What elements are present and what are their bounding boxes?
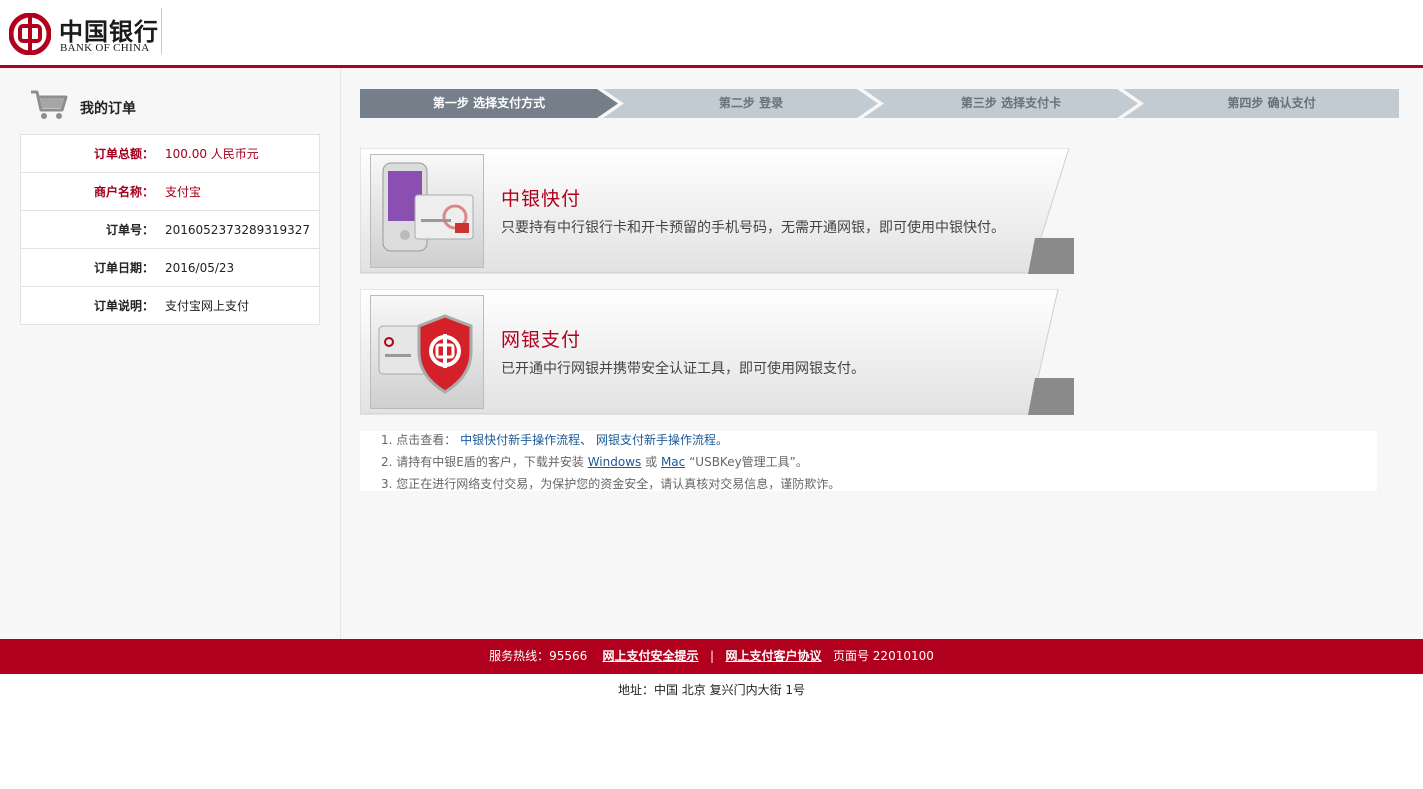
order-label: 订单总额：: [93, 147, 154, 161]
order-label: 商户名称：: [93, 185, 154, 199]
order-value: 2016052373289319327: [165, 222, 311, 237]
bank-logo[interactable]: 中国银行 BANK OF CHINA: [9, 10, 163, 58]
payment-description: 已开通中行网银并携带安全认证工具，即可使用网银支付。: [501, 361, 865, 377]
order-value: 100.00 人民币元: [165, 147, 259, 161]
payment-title: 网银支付: [501, 329, 582, 351]
order-value: 2016/05/23: [165, 260, 235, 275]
online-banking-guide-link[interactable]: 网银支付新手操作流程。: [596, 433, 728, 447]
order-row-merchant: 商户名称： 支付宝: [21, 173, 319, 211]
main-content: 第一步 选择支付方式 第二步 登录 第三步 选择支付卡 第四步 确认支付 中银快…: [341, 68, 1423, 639]
note-1: 1. 点击查看： 中银快付新手操作流程、 网银支付新手操作流程。: [381, 431, 728, 447]
security-tips-link[interactable]: 网上支付安全提示: [603, 649, 699, 663]
order-header: 我的订单: [30, 88, 330, 122]
payment-title: 中银快付: [501, 188, 582, 210]
note-text: 2. 请持有中银E盾的客户，下载并安装: [381, 455, 584, 469]
notes-box: 1. 点击查看： 中银快付新手操作流程、 网银支付新手操作流程。 2. 请持有中…: [360, 431, 1377, 491]
payment-option-online-banking[interactable]: 网银支付 已开通中行网银并携带安全认证工具，即可使用网银支付。: [360, 289, 1076, 415]
logo-divider: [161, 8, 162, 54]
payment-description: 只要持有中行银行卡和开卡预留的手机号码，无需开通网银，即可使用中银快付。: [501, 220, 1005, 236]
quickpay-guide-link[interactable]: 中银快付新手操作流程: [460, 433, 580, 447]
order-row-description: 订单说明： 支付宝网上支付: [21, 287, 319, 324]
customer-agreement-link[interactable]: 网上支付客户协议: [726, 649, 822, 663]
note-text: 3. 您正在进行网络支付交易，为保护您的资金安全，请认真核对交易信息，谨防欺诈。: [381, 477, 841, 491]
note-3: 3. 您正在进行网络支付交易，为保护您的资金安全，请认真核对交易信息，谨防欺诈。: [381, 475, 840, 491]
step-1-select-method: 第一步 选择支付方式: [432, 96, 546, 110]
step-3-select-card: 第三步 选择支付卡: [960, 96, 1062, 110]
order-row-number: 订单号： 2016052373289319327: [21, 211, 319, 249]
step-2-login: 第二步 登录: [718, 96, 784, 110]
order-value: 支付宝网上支付: [165, 299, 250, 313]
mac-download-link[interactable]: Mac: [661, 455, 685, 469]
site-header: 中国银行 BANK OF CHINA: [0, 0, 1423, 68]
note-text: 或: [645, 455, 658, 469]
hotline-text: 服务热线：95566: [489, 649, 588, 663]
phone-card-icon: [370, 154, 484, 268]
order-row-total: 订单总额： 100.00 人民币元: [21, 135, 319, 173]
windows-download-link[interactable]: Windows: [588, 455, 642, 469]
order-row-date: 订单日期： 2016/05/23: [21, 249, 319, 287]
note-separator: 、: [580, 433, 593, 447]
note-text: “USBKey管理工具”。: [689, 455, 808, 469]
order-label: 订单说明：: [93, 299, 154, 313]
footer-separator: |: [710, 649, 715, 663]
shield-card-icon: [370, 295, 484, 409]
logo-english-name: BANK OF CHINA: [60, 42, 150, 54]
order-title: 我的订单: [80, 101, 136, 117]
order-label: 订单号：: [105, 223, 154, 237]
note-text: 1. 点击查看：: [381, 433, 457, 447]
order-sidebar: 我的订单 订单总额： 100.00 人民币元 商户名称： 支付宝 订单号： 20…: [0, 68, 341, 639]
address-text: 地址：中国 北京 复兴门内大街 1号: [617, 683, 806, 697]
shopping-cart-icon: [31, 90, 68, 119]
page-number-text: 页面号 22010100: [832, 649, 934, 663]
note-2: 2. 请持有中银E盾的客户，下载并安装 Windows 或 Mac “USBKe…: [381, 453, 808, 469]
order-details-table: 订单总额： 100.00 人民币元 商户名称： 支付宝 订单号： 2016052…: [20, 134, 320, 325]
step-4-confirm: 第四步 确认支付: [1227, 96, 1316, 110]
boc-logo-icon: [9, 13, 51, 55]
footer-bar: 服务热线：95566 网上支付安全提示 | 网上支付客户协议 页面号 22010…: [0, 639, 1423, 674]
order-label: 订单日期：: [93, 261, 154, 275]
payment-option-quickpay[interactable]: 中银快付 只要持有中行银行卡和开卡预留的手机号码，无需开通网银，即可使用中银快付…: [360, 148, 1076, 274]
order-value: 支付宝: [165, 185, 202, 199]
progress-steps: 第一步 选择支付方式 第二步 登录 第三步 选择支付卡 第四步 确认支付: [360, 89, 1399, 118]
